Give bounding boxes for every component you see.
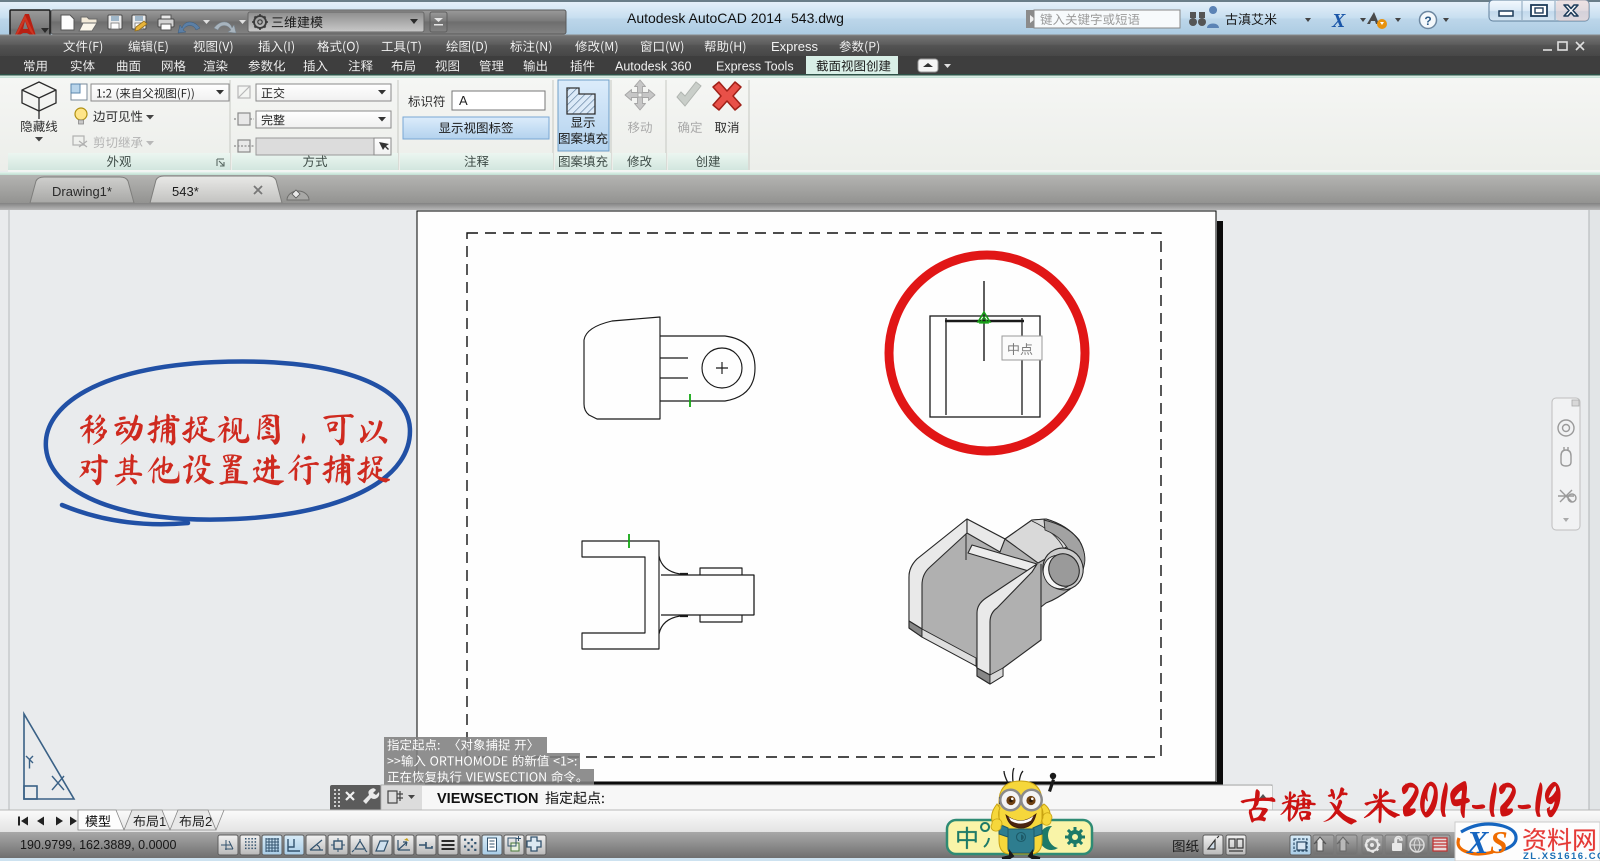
svg-text:190.9799, 162.3889, 0.0000: 190.9799, 162.3889, 0.0000 [20,838,176,852]
svg-text:?: ? [1424,14,1431,28]
svg-text:1: 1 [159,814,166,829]
svg-text:VIEWSECTION: VIEWSECTION [437,791,539,807]
svg-text:ZL.XS1616.COM: ZL.XS1616.COM [1523,851,1600,861]
svg-text:Autodesk 360: Autodesk 360 [615,60,691,74]
svg-text:Express: Express [771,39,818,54]
svg-text:543.dwg: 543.dwg [791,10,844,26]
svg-text:Drawing1*: Drawing1* [52,184,112,199]
svg-text:Autodesk AutoCAD 2014: Autodesk AutoCAD 2014 [627,10,782,26]
svg-text:2: 2 [205,814,212,829]
svg-text:X: X [1331,10,1346,32]
svg-text:S: S [1490,824,1508,860]
svg-text:Express Tools: Express Tools [716,60,794,74]
svg-text:X: X [1466,824,1489,860]
svg-text:A: A [459,93,468,108]
svg-text:543*: 543* [172,184,199,199]
